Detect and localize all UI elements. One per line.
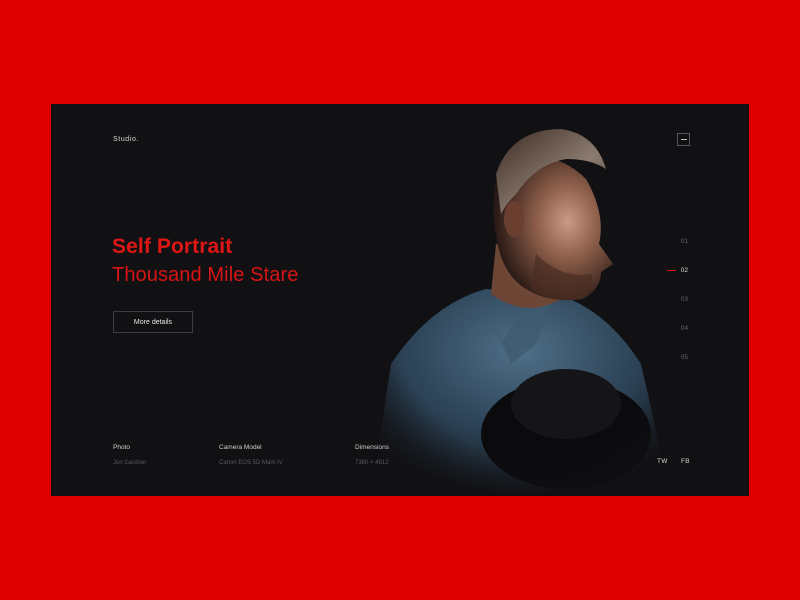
hamburger-icon xyxy=(680,139,687,140)
page-subtitle: Thousand Mile Stare xyxy=(112,264,299,286)
hero-panel: Studio. Self Portrait Thousand Mile Star… xyxy=(51,104,749,496)
pager-label: 02 xyxy=(680,267,688,274)
pager-label: 04 xyxy=(680,325,688,332)
portrait-photo xyxy=(351,104,681,496)
meta-dimensions: Dimensions 7360 × 4912 xyxy=(355,444,389,466)
pager-item-05[interactable]: 05 xyxy=(651,354,691,383)
camera-label: Camera Model xyxy=(219,444,262,451)
pager-label: 03 xyxy=(680,296,688,303)
more-details-button[interactable]: More details xyxy=(113,311,193,333)
menu-button[interactable] xyxy=(677,133,690,146)
pager-label: 01 xyxy=(680,238,688,245)
pager-item-03[interactable]: 03 xyxy=(651,296,691,325)
active-indicator xyxy=(667,270,676,271)
pager-label: 05 xyxy=(680,354,688,361)
page-title: Self Portrait xyxy=(112,235,233,258)
dimensions-value: 7360 × 4912 xyxy=(355,460,389,466)
facebook-link[interactable]: FB xyxy=(681,458,690,465)
twitter-link[interactable]: TW xyxy=(657,458,668,465)
dimensions-label: Dimensions xyxy=(355,444,389,451)
camera-value: Canon EOS 5D Mark IV xyxy=(219,460,283,466)
pager-item-01[interactable]: 01 xyxy=(651,238,691,267)
brand-logo[interactable]: Studio. xyxy=(113,136,139,143)
meta-camera: Camera Model Canon EOS 5D Mark IV xyxy=(219,444,283,466)
meta-photo: Photo Jon Gardner xyxy=(113,444,146,466)
pager-item-02[interactable]: 02 xyxy=(651,267,691,296)
photo-label: Photo xyxy=(113,444,130,451)
pager-item-04[interactable]: 04 xyxy=(651,325,691,354)
photo-value: Jon Gardner xyxy=(113,460,147,466)
slide-pager: 01 02 03 04 05 xyxy=(651,238,691,383)
